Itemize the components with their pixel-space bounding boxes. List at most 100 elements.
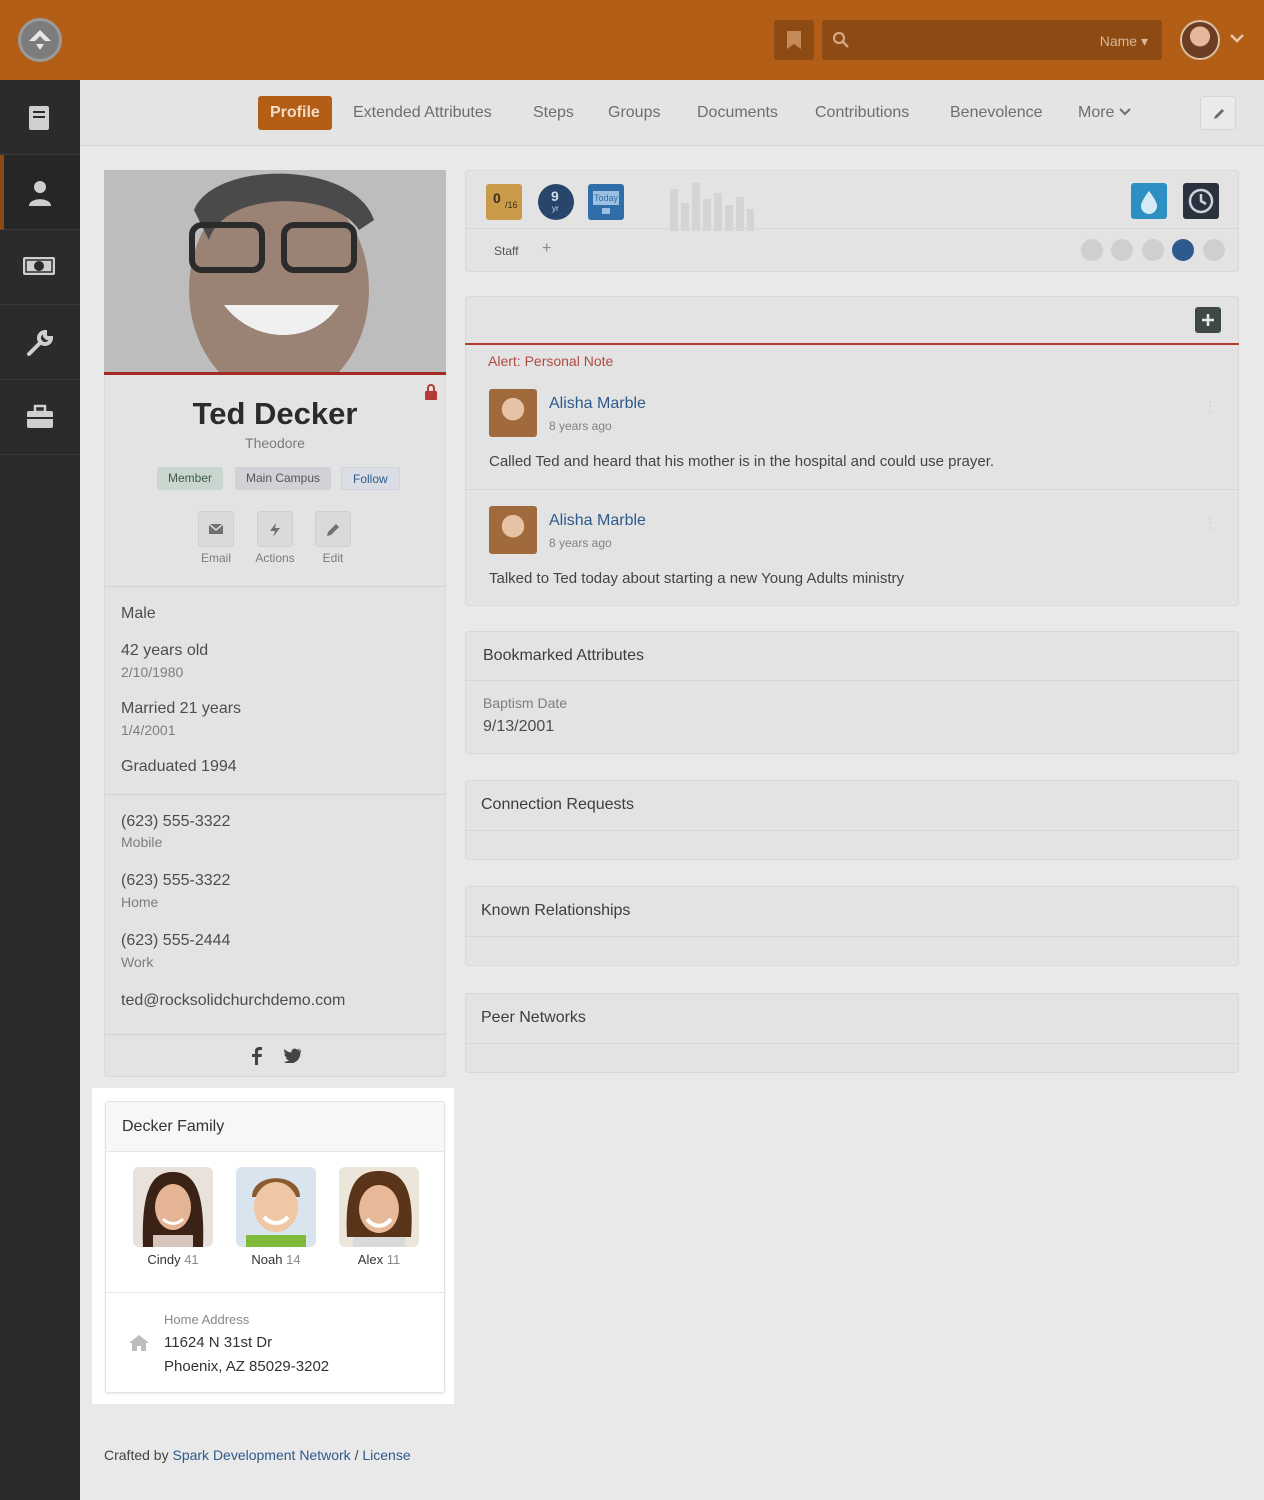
family-card-header: Decker Family bbox=[106, 1102, 444, 1152]
person-icon bbox=[29, 181, 51, 206]
money-icon bbox=[23, 257, 55, 275]
sidebar-item-notes[interactable] bbox=[0, 80, 80, 155]
divider bbox=[105, 794, 445, 795]
sidebar-item-check-in[interactable] bbox=[0, 380, 80, 455]
tab-benevolence[interactable]: Benevolence bbox=[950, 96, 1043, 130]
license-link[interactable]: License bbox=[362, 1447, 410, 1463]
water-drop-icon bbox=[1141, 191, 1157, 214]
tab-staff[interactable]: Staff bbox=[494, 244, 518, 258]
tab-contributions[interactable]: Contributions bbox=[815, 96, 909, 130]
email-address[interactable]: ted@rocksolidchurchdemo.com bbox=[121, 992, 345, 1010]
badge-bar: 0 /16 9 yr Today bbox=[465, 170, 1239, 272]
email-action[interactable]: Email bbox=[195, 511, 237, 565]
badge-circle-icon[interactable] bbox=[1202, 239, 1225, 261]
twitter-icon[interactable] bbox=[284, 1048, 302, 1063]
follow-button[interactable]: Follow bbox=[341, 467, 400, 490]
history-badge[interactable] bbox=[1183, 183, 1219, 219]
edit-tabs-button[interactable] bbox=[1200, 96, 1236, 130]
phone-home[interactable]: (623) 555-3322 bbox=[121, 872, 230, 890]
known-relationships-card bbox=[465, 886, 1239, 966]
search-type-selector[interactable]: Name ▾ bbox=[1100, 33, 1148, 50]
note-author[interactable]: Alisha Marble bbox=[549, 512, 646, 530]
note-author-avatar bbox=[489, 389, 537, 437]
note-text: Talked to Ted today about starting a new… bbox=[489, 570, 904, 587]
sidebar-item-admin-tools[interactable] bbox=[0, 305, 80, 380]
member-badge: Member bbox=[157, 467, 224, 490]
attendance-badge[interactable]: 0 /16 bbox=[486, 184, 522, 220]
note-alert-line bbox=[465, 343, 1239, 345]
attribute-label: Baptism Date bbox=[483, 695, 568, 711]
family-member-alex[interactable]: Alex 11 bbox=[339, 1167, 419, 1267]
tab-documents[interactable]: Documents bbox=[697, 96, 778, 130]
note-author[interactable]: Alisha Marble bbox=[549, 395, 646, 413]
birthdate: 2/10/1980 bbox=[121, 664, 184, 680]
person-nickname: Theodore bbox=[245, 435, 305, 451]
graduation: Graduated 1994 bbox=[121, 758, 237, 775]
marital-status: Married 21 years bbox=[121, 700, 242, 717]
attendance-bar-chart-icon bbox=[670, 183, 754, 231]
badge-circle-icon[interactable] bbox=[1081, 239, 1103, 261]
age: 42 years old bbox=[121, 642, 209, 659]
phone-work[interactable]: (623) 555-2444 bbox=[121, 932, 230, 950]
facebook-icon[interactable] bbox=[251, 1047, 263, 1065]
note-time: 8 years ago bbox=[549, 419, 612, 433]
pencil-icon bbox=[1214, 109, 1224, 119]
tab-profile[interactable]: Profile bbox=[258, 96, 332, 130]
address-line-1: 11624 N 31st Dr bbox=[164, 1334, 273, 1351]
family-member-noah[interactable]: Noah 14 bbox=[236, 1167, 316, 1267]
phone-mobile[interactable]: (623) 555-3322 bbox=[121, 813, 230, 831]
edit-action[interactable]: Edit bbox=[312, 511, 354, 565]
person-photo bbox=[104, 170, 446, 375]
peer-networks-title: Peer Networks bbox=[481, 1009, 586, 1026]
person-name: Ted Decker bbox=[192, 396, 358, 431]
note-menu-icon[interactable]: · · · bbox=[1208, 393, 1213, 417]
family-card: Decker Family Cindy 41 Noah 14 Alex 11 H… bbox=[105, 1101, 445, 1393]
sidebar bbox=[0, 80, 80, 1500]
phone-type: Mobile bbox=[121, 834, 163, 850]
bookmark-icon bbox=[787, 31, 801, 49]
tab-steps[interactable]: Steps bbox=[533, 96, 574, 130]
family-member-cindy[interactable]: Cindy 41 bbox=[133, 1167, 213, 1267]
wrench-icon bbox=[27, 329, 54, 356]
note-menu-icon[interactable]: · · · bbox=[1208, 510, 1213, 534]
add-badge-tab-button[interactable]: + bbox=[542, 240, 551, 258]
baptism-badge[interactable] bbox=[1131, 183, 1167, 219]
divider bbox=[105, 586, 445, 587]
phone-type: Work bbox=[121, 954, 154, 970]
avatar bbox=[339, 1167, 419, 1247]
search-icon bbox=[832, 31, 849, 48]
avatar bbox=[133, 1167, 213, 1247]
bookmark-button[interactable] bbox=[774, 20, 814, 60]
footer: Crafted by Spark Development Network / L… bbox=[104, 1447, 411, 1463]
address-line-2: Phoenix, AZ 85029-3202 bbox=[164, 1358, 330, 1375]
tab-groups[interactable]: Groups bbox=[608, 96, 660, 130]
chevron-down-icon[interactable] bbox=[1229, 30, 1245, 46]
years-badge[interactable]: 9 yr bbox=[538, 184, 574, 220]
current-user-avatar[interactable] bbox=[1180, 20, 1220, 60]
phone-type: Home bbox=[121, 894, 159, 910]
bookmarked-attributes-title: Bookmarked Attributes bbox=[483, 647, 644, 664]
badge-circle-icon[interactable] bbox=[1111, 239, 1134, 261]
divider bbox=[106, 1292, 444, 1293]
rock-logo-icon[interactable] bbox=[18, 18, 62, 62]
known-relationships-title: Known Relationships bbox=[481, 902, 631, 919]
connection-requests-title: Connection Requests bbox=[481, 796, 634, 813]
search-input[interactable]: Name ▾ bbox=[822, 20, 1162, 60]
tab-more[interactable]: More bbox=[1078, 96, 1131, 130]
last-visit-badge[interactable]: Today bbox=[588, 184, 624, 220]
tab-extended-attributes[interactable]: Extended Attributes bbox=[353, 96, 492, 130]
attribute-value: 9/13/2001 bbox=[483, 718, 555, 735]
divider bbox=[105, 1034, 445, 1035]
note-author-avatar bbox=[489, 506, 537, 554]
add-note-button[interactable] bbox=[1195, 307, 1221, 333]
sidebar-item-people[interactable] bbox=[0, 155, 80, 230]
note-text: Called Ted and heard that his mother is … bbox=[489, 453, 995, 470]
badge-circle-icon[interactable] bbox=[1141, 239, 1164, 261]
bolt-icon bbox=[270, 523, 280, 537]
sidebar-item-finance[interactable] bbox=[0, 230, 80, 305]
family-title[interactable]: Decker Family bbox=[122, 1118, 224, 1136]
badge-chart-icon[interactable] bbox=[1172, 239, 1195, 261]
spark-link[interactable]: Spark Development Network bbox=[172, 1447, 350, 1463]
profile-tabs: Profile Extended Attributes Steps Groups… bbox=[80, 80, 1264, 146]
actions-action[interactable]: Actions bbox=[254, 511, 296, 565]
